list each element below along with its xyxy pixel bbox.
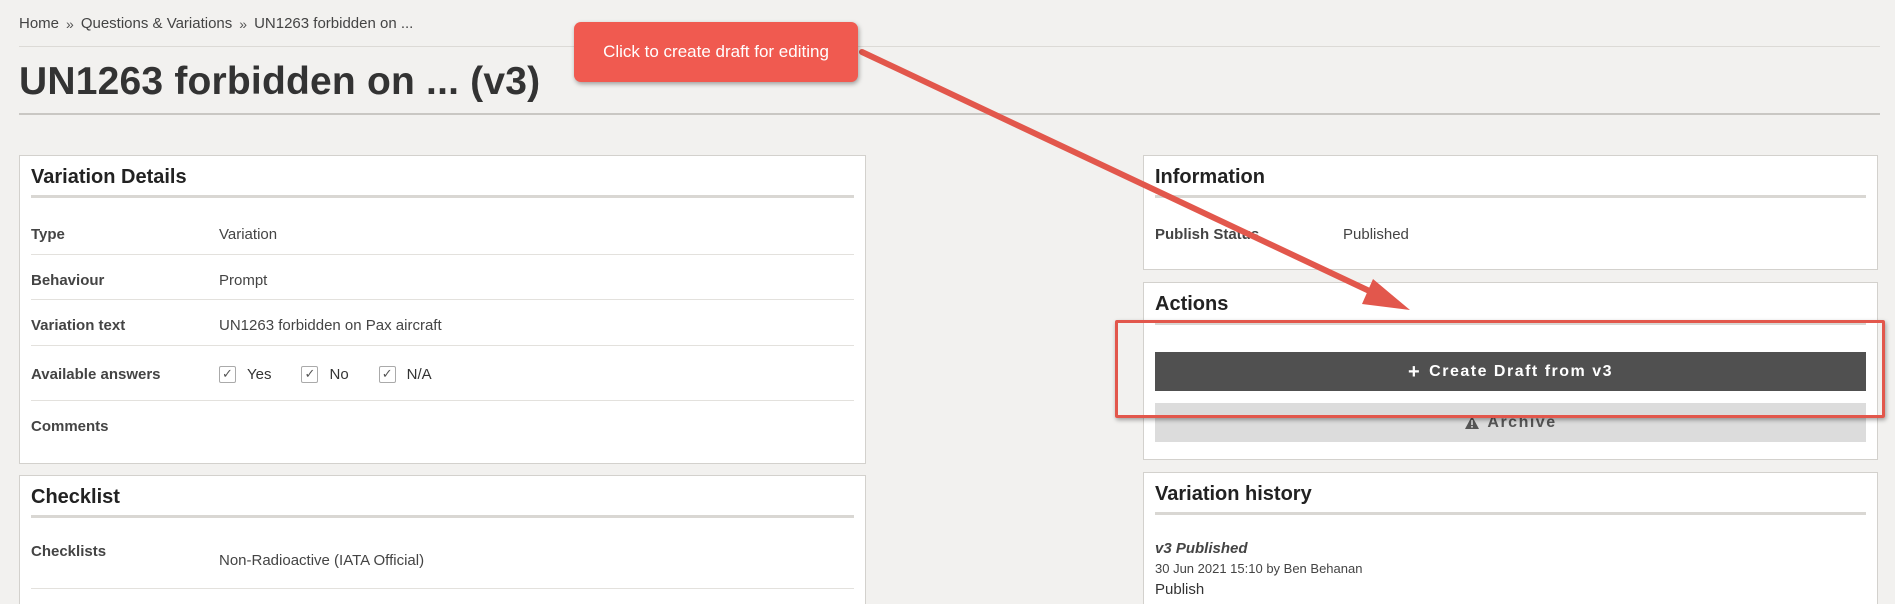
annotation-tooltip: Click to create draft for editing xyxy=(574,22,858,82)
annotation-arrow-icon xyxy=(859,49,1410,310)
